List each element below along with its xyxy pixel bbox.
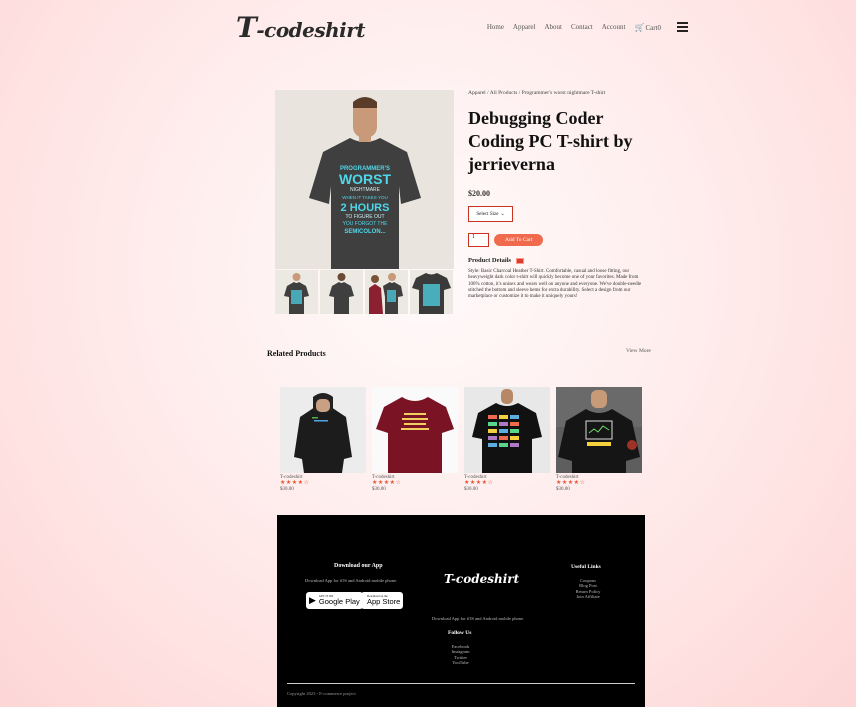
cart-icon: 🛒 <box>634 23 645 32</box>
footer-divider <box>287 683 635 684</box>
product-card[interactable]: T-codeshirt ★★★★☆ $30.00 <box>280 387 366 492</box>
breadcrumb[interactable]: Apparel / All Products / Programmer's wo… <box>468 90 658 96</box>
copyright: Copyright 2023 - E-commerce project <box>287 691 356 696</box>
footer-download-note: Download App for iOS and Android mobile … <box>432 616 525 621</box>
rating-stars: ★★★★☆ <box>280 480 310 486</box>
quantity-input[interactable]: 1 <box>468 233 489 247</box>
nav-cart[interactable]: 🛒Cart0 <box>634 23 661 32</box>
follow-us-title: Follow Us <box>448 630 472 636</box>
link-join-affiliate[interactable]: Join Affiliate <box>563 594 613 599</box>
nav-account[interactable]: Account <box>602 23 626 32</box>
thumbnail-front[interactable] <box>275 270 318 314</box>
product-card-image <box>556 387 642 473</box>
social-instagram[interactable]: Instagram <box>447 649 474 654</box>
size-select[interactable]: Select Size ⌄ <box>468 206 513 222</box>
nav-about[interactable]: About <box>544 23 562 32</box>
product-card[interactable]: T-codeshirt ★★★★☆ $30.00 <box>372 387 458 492</box>
product-details-label: Product Details <box>468 257 512 264</box>
download-app-title: Download our App <box>334 563 383 569</box>
footer-logo[interactable]: T-codeshirt <box>444 572 519 586</box>
rating-stars: ★★★★☆ <box>556 480 586 486</box>
related-products-list: T-codeshirt ★★★★☆ $30.00 T-codeshirt ★★★… <box>280 387 642 492</box>
site-footer: Download our App Download App for iOS an… <box>277 515 645 707</box>
app-store-button[interactable]: Download on the App Store <box>361 592 404 609</box>
shirt-print-line: SEMICOLON... <box>344 229 386 235</box>
nav-home[interactable]: Home <box>487 23 504 32</box>
shirt-print-line: WORST <box>339 171 392 187</box>
shirt-print-line: YOU FORGOT THE <box>343 221 388 227</box>
related-products-title: Related Products <box>267 349 326 358</box>
google-big-label: Google Play <box>318 597 360 606</box>
play-store-icon: ▶ <box>309 595 316 605</box>
product-card-image <box>372 387 458 473</box>
main-nav: Home Apparel About Contact Account 🛒Cart… <box>487 23 661 32</box>
product-card-image <box>464 387 550 473</box>
product-details-heading: Product Details <box>468 257 658 264</box>
rating-stars: ★★★★☆ <box>372 480 402 486</box>
google-play-button[interactable]: ▶ GET IT ON Google Play <box>306 592 363 609</box>
social-youtube[interactable]: YouTube <box>447 660 474 665</box>
menu-icon[interactable] <box>677 22 688 34</box>
logo-text: -codeshirt <box>256 18 366 42</box>
product-card[interactable]: T-codeshirt ★★★★☆ $30.00 <box>556 387 642 492</box>
thumbnail-flat[interactable] <box>410 270 453 314</box>
thumbnail-back[interactable] <box>320 270 363 314</box>
product-card-price: $30.00 <box>464 487 478 492</box>
view-more-link[interactable]: View More <box>626 348 651 354</box>
product-title: Debugging Coder Coding PC T-shirt by jer… <box>468 108 633 174</box>
shirt-print-line: 2 HOURS <box>341 202 390 214</box>
details-toggle-icon[interactable] <box>516 257 525 264</box>
cart-label: Cart0 <box>645 24 661 32</box>
product-info: Apparel / All Products / Programmer's wo… <box>468 90 658 300</box>
shirt-print-line: WHEN IT TAKES YOU <box>342 195 387 200</box>
product-card[interactable]: T-codeshirt ★★★★☆ $30.00 <box>464 387 550 492</box>
product-price: $20.00 <box>468 189 490 198</box>
product-card-image <box>280 387 366 473</box>
logo-initial: T <box>236 11 257 44</box>
download-app-subtitle: Download App for iOS and Android mobile … <box>305 578 398 583</box>
product-card-price: $30.00 <box>372 487 386 492</box>
nav-apparel[interactable]: Apparel <box>513 23 536 32</box>
chevron-down-icon: ⌄ <box>500 212 505 217</box>
site-logo[interactable]: T-codeshirt <box>236 11 366 44</box>
product-thumbnails <box>275 270 453 314</box>
shirt-print-line: TO FIGURE OUT <box>345 214 384 220</box>
add-to-cart-button[interactable]: Add To Cart <box>494 234 544 246</box>
product-card-price: $30.00 <box>556 487 570 492</box>
nav-contact[interactable]: Contact <box>571 23 593 32</box>
useful-links-title: Useful Links <box>571 564 601 570</box>
social-links: Facebook Instagram Twitter YouTube <box>447 644 474 665</box>
product-description: Style: Basic Charcoal Heather T-Shirt. C… <box>468 269 642 300</box>
useful-links: Coupons Blog Post Return Policy Join Aff… <box>563 578 613 599</box>
product-main-image: PROGRAMMER'S WORST NIGHTMARE WHEN IT TAK… <box>275 90 454 269</box>
apple-big-label: App Store <box>367 597 401 606</box>
product-card-price: $30.00 <box>280 487 294 492</box>
size-select-label: Select Size <box>476 211 499 217</box>
rating-stars: ★★★★☆ <box>464 480 494 486</box>
thumbnail-couple[interactable] <box>365 270 408 314</box>
shirt-print-line: NIGHTMARE <box>350 187 381 193</box>
